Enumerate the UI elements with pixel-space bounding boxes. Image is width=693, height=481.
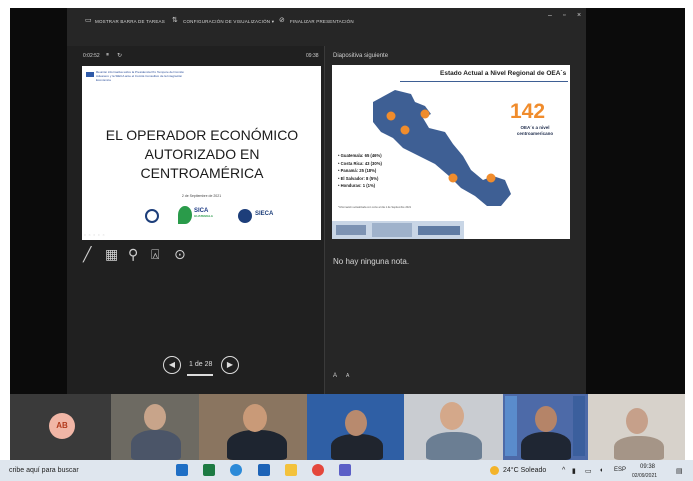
map-pin xyxy=(486,173,496,183)
participant-video-tile[interactable] xyxy=(307,394,404,460)
slide-title-line: EL OPERADOR ECONÓMICO xyxy=(105,127,299,143)
next-slide-label: Diapositiva siguiente xyxy=(333,53,389,59)
page-progress xyxy=(187,374,213,376)
more-options-icon[interactable]: ⊙ xyxy=(174,246,186,264)
taskbar-icon[interactable]: ▭ xyxy=(85,17,92,24)
display-settings-button[interactable]: CONFIGURACIÓN DE VISUALIZACIÓN ▾ xyxy=(183,19,274,25)
map-pin xyxy=(400,125,410,135)
customs-seal-logo xyxy=(145,209,159,223)
speaker-notes[interactable]: No hay ninguna nota. xyxy=(333,257,409,266)
avatar: AB xyxy=(49,413,75,439)
list-item: • Panamá: 25 (18%) xyxy=(338,168,377,173)
chrome-icon[interactable] xyxy=(312,464,324,476)
weather-icon[interactable] xyxy=(490,466,499,475)
pause-timer-icon[interactable]: ⏸ xyxy=(106,52,109,59)
increase-text-size-button[interactable]: A xyxy=(333,373,337,379)
sica-logo-text: SICA GUATEMALA xyxy=(194,208,213,218)
slide-date: 2 de Septiembre de 2021 xyxy=(181,194,222,198)
sica-logo-icon xyxy=(178,206,192,224)
screen-left-margin xyxy=(10,8,67,394)
display-settings-icon[interactable]: ⇅ xyxy=(172,17,179,24)
chevron-up-icon[interactable]: ^ xyxy=(562,467,565,474)
participant-video-tile[interactable] xyxy=(404,394,503,460)
map-pin xyxy=(386,111,396,121)
slide-navigation: ◀ 1 de 28 ▶ xyxy=(161,356,243,380)
list-item: • Guatemala: 65 (46%) xyxy=(338,153,382,158)
teams-icon[interactable] xyxy=(339,464,351,476)
participant-video-tile[interactable] xyxy=(199,394,307,460)
slide-title: EL OPERADOR ECONÓMICO AUTORIZADO EN CENT… xyxy=(92,126,312,183)
sieca-logo-text: SIECA xyxy=(255,211,274,217)
notifications-icon[interactable]: ▤ xyxy=(676,467,683,475)
pane-divider[interactable] xyxy=(324,46,325,394)
participant-video-tile[interactable] xyxy=(588,394,685,460)
zoom-icon[interactable]: ⚲ xyxy=(128,246,138,264)
end-show-button[interactable]: FINALIZAR PRESENTACIÓN xyxy=(290,19,354,24)
next-slide-button[interactable]: ▶ xyxy=(221,356,239,374)
list-item: • Costa Rica: 43 (30%) xyxy=(338,160,382,166)
excel-icon[interactable] xyxy=(203,464,215,476)
previous-slide-button[interactable]: ◀ xyxy=(163,356,181,374)
oea-total: 142 xyxy=(510,100,546,123)
current-time: 09:38 xyxy=(306,53,319,59)
map-pin xyxy=(448,173,458,183)
volume-icon[interactable]: ◖ xyxy=(599,467,603,474)
pen-icon[interactable]: ╱ xyxy=(83,246,91,264)
slide-photo-strip xyxy=(332,221,570,239)
participant-video-tile[interactable] xyxy=(111,394,199,460)
decrease-text-size-button[interactable]: A xyxy=(346,373,349,379)
list-item: • Honduras: 1 (1%) xyxy=(338,183,376,188)
close-button[interactable]: × xyxy=(577,12,581,19)
end-show-icon[interactable]: ⊘ xyxy=(279,17,286,24)
presenter-toolbar xyxy=(67,8,586,46)
taskbar-date[interactable]: 02/09/2021 xyxy=(632,473,657,479)
next-slide-title: Estado Actual a Nivel Regional de OEA´s xyxy=(440,70,567,77)
map-shape xyxy=(373,90,511,206)
elapsed-timer: 0:02:52 xyxy=(83,53,100,59)
country-list: • Guatemala: 65 (46%) • Costa Rica: 43 (… xyxy=(338,152,382,190)
screen-right-margin xyxy=(586,8,685,394)
map-pin xyxy=(420,109,430,119)
task-view-icon[interactable] xyxy=(176,464,188,476)
pointer-icon[interactable]: ⍓ xyxy=(151,246,159,264)
slide-title-line: AUTORIZADO EN xyxy=(144,146,260,162)
file-explorer-icon[interactable] xyxy=(285,464,297,476)
slide-overlay-controls[interactable]: ○ ○ ○ ○ ○ xyxy=(84,233,105,237)
language-indicator[interactable]: ESP xyxy=(614,467,626,473)
slide-footnote: *Información actualizada con corte al dí… xyxy=(338,206,412,209)
outlook-icon[interactable] xyxy=(258,464,270,476)
slide-title-line: CENTROAMÉRICA xyxy=(140,165,264,181)
battery-icon[interactable]: ▭ xyxy=(585,467,592,475)
page-indicator: 1 de 28 xyxy=(189,361,213,368)
network-icon[interactable]: ▮ xyxy=(572,467,576,475)
sieca-logo-icon xyxy=(238,209,252,223)
maximize-button[interactable]: ▫ xyxy=(563,12,565,19)
weather-text[interactable]: 24°C Soleado xyxy=(503,467,546,474)
slides-grid-icon[interactable]: ▦ xyxy=(105,246,118,264)
oea-total-caption: OEA´s a nivel centroamericano xyxy=(516,125,554,136)
list-item: • El Salvador: 8 (5%) xyxy=(338,175,379,181)
participant-video-tile[interactable] xyxy=(503,394,588,460)
reset-timer-icon[interactable]: ↻ xyxy=(117,52,122,59)
sieca-small-logo xyxy=(86,72,94,77)
taskbar-search-input[interactable]: cribe aquí para buscar xyxy=(9,467,79,474)
taskbar-time[interactable]: 09:38 xyxy=(640,464,655,470)
show-taskbar-button[interactable]: MOSTRAR BARRA DE TAREAS xyxy=(95,19,165,24)
title-rule xyxy=(400,81,568,82)
minimize-button[interactable]: – xyxy=(548,12,552,19)
edge-icon[interactable] xyxy=(230,464,242,476)
slide-header-note: Reunión informativa sobre la Presidencia… xyxy=(96,70,184,82)
